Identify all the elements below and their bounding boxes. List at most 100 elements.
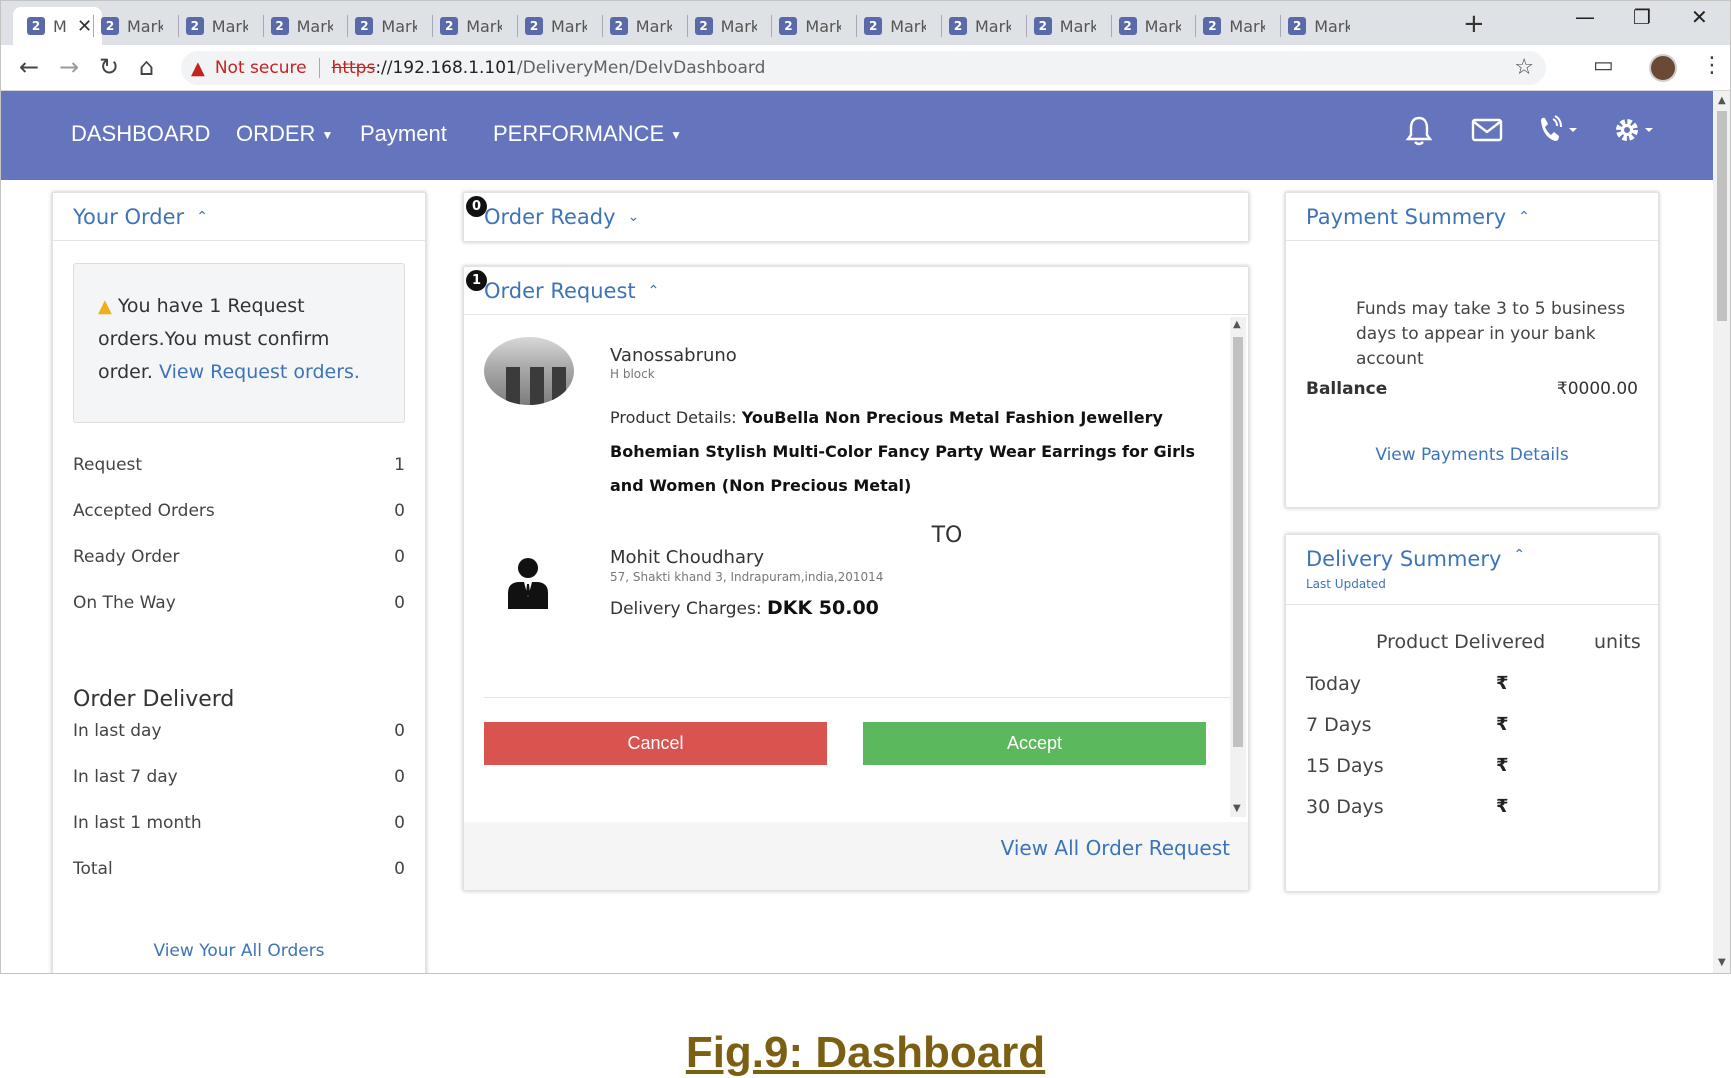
browser-tab[interactable]: 2 Mark [1288,7,1350,45]
product-delivered-header: Product Delivered [1376,631,1546,653]
chevron-up-icon: ⌃ [196,208,208,225]
warning-icon: ▲ [191,57,205,79]
home-icon[interactable]: ⌂ [139,53,154,81]
page-scroll-down-icon[interactable]: ▼ [1718,957,1726,968]
your-order-header[interactable]: Your Order ⌃ [53,193,425,241]
order-request-header[interactable]: 1 Order Request ⌃ [464,267,1248,315]
new-tab-icon[interactable]: + [1463,9,1485,39]
gear-icon[interactable] [1613,115,1659,152]
cast-icon[interactable]: ▭ [1593,53,1614,78]
order-request-scrollbar[interactable]: ▲ ▼ [1230,317,1246,817]
close-window-icon[interactable]: ✕ [1691,5,1708,29]
site-favicon-icon: 2 [694,17,713,35]
url-path: /DeliveryMen/DelvDashboard [516,58,766,78]
accept-button[interactable]: Accept [863,722,1206,765]
minimize-icon[interactable]: — [1575,5,1595,29]
stat-value: 0 [394,593,405,613]
site-favicon-icon: 2 [864,17,883,35]
tab-separator [262,15,264,37]
balance-label: Ballance [1306,379,1388,399]
browser-tab[interactable]: 2 Mark [779,7,841,45]
tab-title: Mark [890,16,927,36]
scroll-thumb[interactable] [1233,337,1243,747]
menu-kebab-icon[interactable]: ⋮ [1701,53,1723,78]
view-request-orders-link[interactable]: View Request orders. [159,361,360,383]
mail-icon[interactable] [1471,115,1503,152]
stat-value: 0 [394,547,405,567]
order-ready-header[interactable]: 0 Order Ready ⌄ [464,193,1248,241]
balance-row: Ballance ₹0000.00 [1306,379,1638,399]
page-scrollbar[interactable]: ▲ ▼ [1713,91,1730,973]
browser-tab[interactable]: 2 Mark [1203,7,1265,45]
tab-separator [1025,15,1027,37]
browser-tab[interactable]: 2 Mark [949,7,1011,45]
stat-value: 0 [394,767,405,787]
profile-avatar[interactable] [1649,54,1677,82]
browser-tab[interactable]: 2 Mark [355,7,417,45]
browser-toolbar: ← → ↻ ⌂ ▲ Not secure https ://192.168.1.… [1,45,1730,91]
tab-separator [347,15,349,37]
browser-tab[interactable]: 2 Mark [864,7,926,45]
url-scheme: https [331,58,376,78]
tab-active[interactable]: 2 M ✕ [13,7,103,45]
tab-title: Mark [1144,16,1181,36]
nav-dashboard[interactable]: DASHBOARD [71,121,210,147]
view-payments-details-link[interactable]: View Payments Details [1286,445,1658,465]
browser-tab[interactable]: 2 Mark [694,7,757,45]
back-icon[interactable]: ← [19,53,39,81]
nav-performance[interactable]: PERFORMANCE ▼ [493,121,682,147]
nav-performance-label: PERFORMANCE [493,121,665,146]
address-bar[interactable]: ▲ Not secure https ://192.168.1.101 /Del… [181,51,1546,85]
browser-tab[interactable]: 2 Mark [440,7,502,45]
view-all-orders-link[interactable]: View Your All Orders [53,941,425,961]
view-all-order-request-link[interactable]: View All Order Request [1001,836,1230,860]
forward-icon[interactable]: → [59,53,79,81]
browser-tab[interactable]: 2 Mark [609,7,672,45]
page-scroll-thumb[interactable] [1717,111,1727,321]
site-favicon-icon: 2 [270,17,289,35]
rupee-icon: ₹ [1496,796,1509,817]
nav-payment[interactable]: Payment [360,121,447,147]
warning-icon: ▲ [98,296,112,317]
scroll-up-icon[interactable]: ▲ [1233,319,1241,330]
phone-ring-icon[interactable] [1537,115,1585,152]
close-tab-icon[interactable]: ✕ [77,16,92,37]
browser-tab[interactable]: 2 Mark [185,7,248,45]
payment-summary-header[interactable]: Payment Summery ⌃ [1286,193,1658,241]
tab-title: Mark [381,16,418,36]
omnibox-divider [318,58,320,78]
tab-separator [1195,15,1197,37]
browser-tab[interactable]: 2 Mark [101,7,163,45]
tab-separator [93,15,94,37]
cancel-button[interactable]: Cancel [484,722,827,765]
delivery-period-label: 15 Days [1306,755,1384,777]
tab-separator [1280,15,1282,37]
order-stat-row: Ready Order 0 [73,547,405,567]
nav-order-label: ORDER [236,121,316,146]
person-icon [508,558,548,609]
page-scroll-up-icon[interactable]: ▲ [1718,95,1726,106]
delivery-summary-header[interactable]: Delivery Summery ⌃ Last Updated [1286,535,1658,605]
chevron-up-icon: ⌃ [1513,547,1526,563]
divider [484,697,1230,698]
nav-order[interactable]: ORDER ▼ [236,121,333,147]
browser-tab[interactable]: 2 Mark [1118,7,1181,45]
security-label: Not secure [214,58,307,78]
site-favicon-icon: 2 [779,17,798,35]
bell-icon[interactable] [1404,115,1434,154]
tab-separator [686,15,688,37]
stat-label: In last 7 day [73,767,178,787]
stat-label: Accepted Orders [73,501,215,521]
tab-separator [601,15,603,37]
rupee-icon: ₹ [1496,714,1509,735]
browser-tab[interactable]: 2 Mark [1033,7,1096,45]
order-stat-row: Request 1 [73,455,405,475]
delivered-stat-row: In last 7 day 0 [73,767,405,787]
browser-tab[interactable]: 2 Mark [270,7,333,45]
restore-icon[interactable]: ❐ [1633,5,1651,29]
bookmark-star-icon[interactable]: ☆ [1514,55,1534,80]
reload-icon[interactable]: ↻ [99,53,119,81]
units-header: units [1594,631,1641,653]
browser-tab[interactable]: 2 Mark [525,7,587,45]
scroll-down-icon[interactable]: ▼ [1233,803,1241,814]
